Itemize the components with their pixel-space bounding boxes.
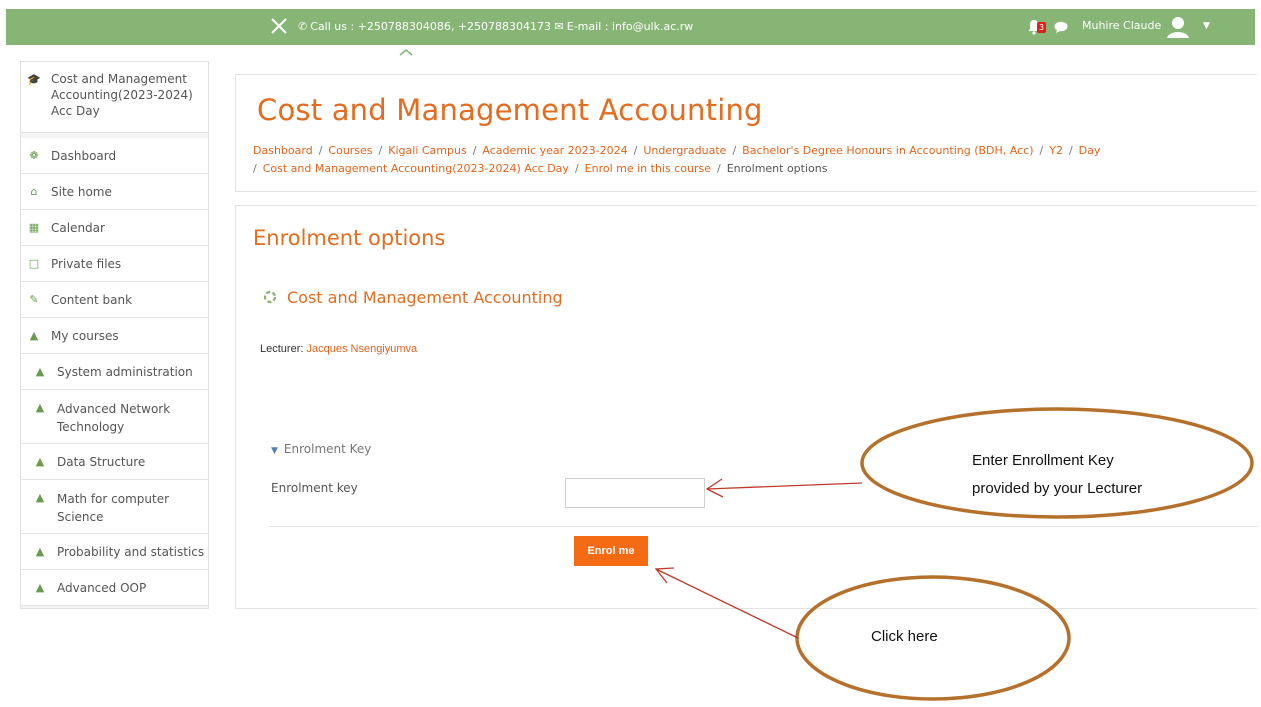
callout-key-text: Enter Enrollment Key provided by your Le… <box>972 447 1142 503</box>
callout-key-line2: provided by your Lecturer <box>972 480 1143 497</box>
callout-key-line1: Enter Enrollment Key <box>972 452 1114 469</box>
annotation-overlay <box>654 407 1254 701</box>
callout-click-text: Click here <box>871 628 938 645</box>
arrow-line-key <box>706 482 863 490</box>
arrow-line-click <box>655 568 799 639</box>
